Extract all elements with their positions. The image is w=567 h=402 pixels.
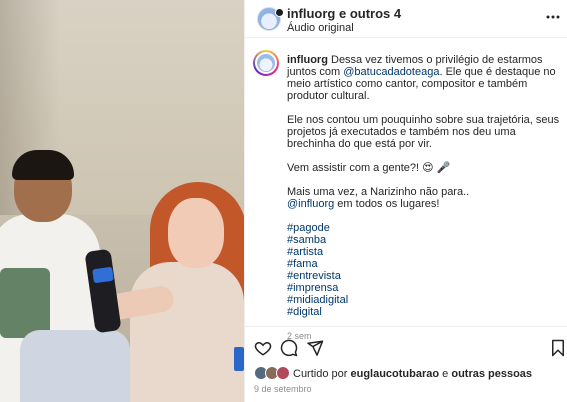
audio-label[interactable]: Áudio original bbox=[287, 22, 354, 34]
shirt-print bbox=[0, 268, 50, 338]
comment-icon[interactable] bbox=[280, 339, 298, 357]
liked-by-avatars[interactable] bbox=[254, 366, 292, 382]
bookmark-icon[interactable] bbox=[550, 339, 566, 357]
post-video[interactable] bbox=[0, 0, 244, 402]
more-options-icon[interactable] bbox=[546, 10, 560, 24]
man-hair bbox=[12, 150, 74, 180]
heart-icon[interactable] bbox=[254, 339, 272, 357]
post-date[interactable]: 9 de setembro bbox=[254, 384, 312, 394]
woman-top bbox=[130, 262, 244, 402]
caption-text: influorg Dessa vez tivemos o privilégio … bbox=[287, 54, 561, 342]
liked-by-conjunction: e bbox=[439, 368, 452, 380]
post-actions: Curtido por euglaucotubarao e outras pes… bbox=[245, 326, 567, 402]
caption-paragraph-4-end: em todos os lugares! bbox=[334, 198, 440, 210]
caption-paragraph-3: Vem assistir com a gente?! 😍 🎤 bbox=[287, 162, 451, 174]
mention-link[interactable]: @batucadadoteaga bbox=[343, 66, 439, 78]
collab-avatar bbox=[275, 8, 284, 17]
caption-paragraph-2: Ele nos contou um pouquinho sobre sua tr… bbox=[287, 114, 560, 150]
post-header: influorg e outros 4 Áudio original bbox=[245, 0, 567, 38]
caption-username[interactable]: influorg bbox=[287, 54, 328, 66]
caption-avatar[interactable] bbox=[253, 50, 279, 76]
hashtag-link[interactable]: #pagode bbox=[287, 222, 561, 234]
hashtag-link[interactable]: #digital bbox=[287, 306, 561, 318]
caption-paragraph-4: Mais uma vez, a Narizinho não para.. bbox=[287, 186, 470, 198]
hashtag-link[interactable]: #imprensa bbox=[287, 282, 561, 294]
share-icon[interactable] bbox=[306, 339, 324, 357]
phone bbox=[234, 347, 244, 371]
hashtag-link[interactable]: #fama bbox=[287, 258, 561, 270]
microphone-flag bbox=[92, 266, 114, 284]
liker-avatar bbox=[276, 366, 290, 380]
man-jeans bbox=[20, 330, 130, 402]
hashtag-link[interactable]: #samba bbox=[287, 234, 561, 246]
woman-face bbox=[168, 198, 224, 268]
hashtag-link[interactable]: #entrevista bbox=[287, 270, 561, 282]
liked-by-user[interactable]: euglaucotubarao bbox=[350, 368, 439, 380]
liked-by-text: Curtido por euglaucotubarao e outras pes… bbox=[293, 368, 532, 380]
liked-by-prefix: Curtido por bbox=[293, 368, 351, 380]
hashtag-link[interactable]: #artista bbox=[287, 246, 561, 258]
post-panel: influorg e outros 4 Áudio original influ… bbox=[244, 0, 567, 402]
hashtag-link[interactable]: #midiadigital bbox=[287, 294, 561, 306]
post-authors[interactable]: influorg e outros 4 bbox=[287, 6, 401, 21]
mention-link[interactable]: @influorg bbox=[287, 198, 334, 210]
post-caption: influorg Dessa vez tivemos o privilégio … bbox=[245, 38, 567, 341]
liked-by-others-link[interactable]: outras pessoas bbox=[451, 368, 532, 380]
